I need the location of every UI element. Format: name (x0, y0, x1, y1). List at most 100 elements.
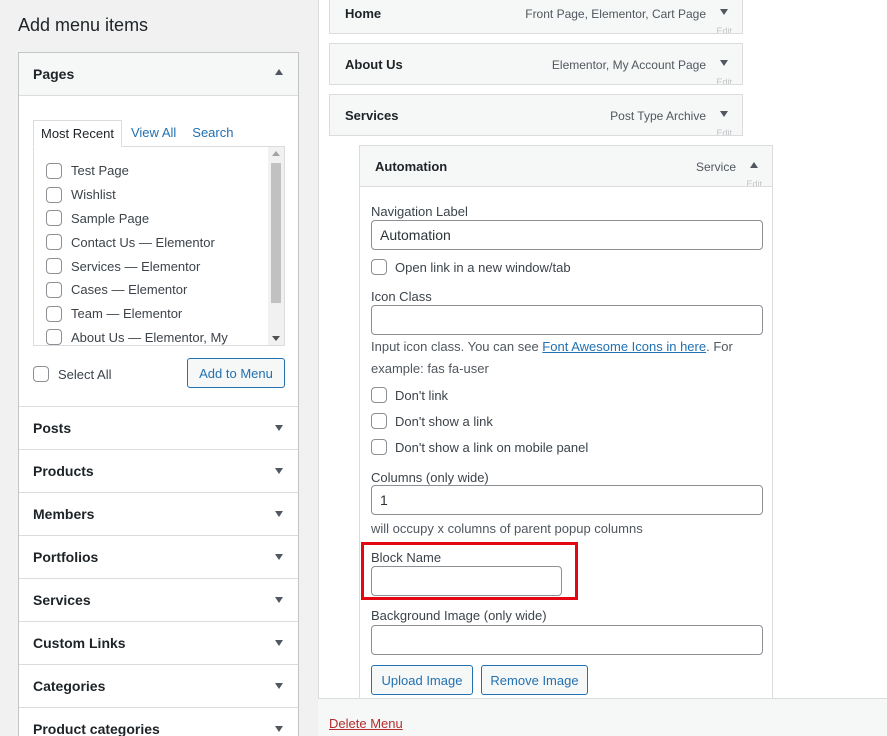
section-title: Members (33, 506, 95, 522)
icon-class-input[interactable] (371, 305, 763, 335)
background-image-label: Background Image (only wide) (371, 608, 547, 623)
dont-show-link-label: Don't show a link (395, 413, 493, 429)
menu-item-settings: Navigation Label Open link in a new wind… (359, 187, 773, 707)
navigation-label-input[interactable] (371, 220, 763, 250)
edit-label: Edit (746, 180, 762, 186)
expand-arrow-icon (275, 640, 283, 646)
icon-class-label: Icon Class (371, 289, 432, 304)
section-portfolios[interactable]: Portfolios (19, 536, 298, 579)
font-awesome-link[interactable]: Font Awesome Icons in here (542, 339, 706, 354)
select-all-label: Select All (58, 366, 112, 382)
open-new-window-label: Open link in a new window/tab (395, 259, 571, 275)
select-all-row: Select All (33, 366, 111, 382)
pages-list: Test Page Wishlist Sample Page Contact U… (46, 159, 228, 345)
tab-most-recent[interactable]: Most Recent (33, 120, 122, 147)
tab-search[interactable]: Search (185, 120, 240, 147)
page-checkbox[interactable] (46, 186, 62, 203)
list-item: Test Page (46, 159, 228, 183)
list-item: Team — Elementor (46, 302, 228, 326)
dont-show-mobile-checkbox[interactable] (371, 439, 387, 455)
expand-caret-icon[interactable] (720, 60, 728, 66)
expand-caret-icon[interactable] (720, 9, 728, 15)
columns-description: will occupy x columns of parent popup co… (371, 521, 643, 536)
page-checkbox[interactable] (46, 258, 62, 275)
list-item: Wishlist (46, 183, 228, 207)
navigation-label-label: Navigation Label (371, 204, 468, 219)
page-label: Sample Page (71, 210, 150, 226)
icon-class-description: Input icon class. You can see Font Aweso… (371, 336, 761, 380)
list-item: Cases — Elementor (46, 278, 228, 302)
section-posts[interactable]: Posts (19, 407, 298, 450)
expand-arrow-icon (275, 511, 283, 517)
columns-label: Columns (only wide) (371, 470, 489, 485)
menu-item-services[interactable]: Services Post Type Archive Edit (329, 94, 743, 136)
add-items-accordion: Pages Most Recent View All Search Test P… (18, 52, 299, 736)
menu-item-title: Home (345, 6, 382, 21)
pages-section-header[interactable]: Pages (19, 53, 298, 96)
menu-item-title: Services (345, 108, 399, 123)
section-categories[interactable]: Categories (19, 665, 298, 708)
menu-item-title: About Us (345, 57, 403, 72)
pages-scrollbar[interactable] (268, 147, 284, 345)
scrollbar-thumb[interactable] (271, 163, 281, 303)
scroll-down-arrow-icon[interactable] (272, 336, 280, 341)
tab-view-all[interactable]: View All (124, 120, 183, 147)
expand-arrow-icon (275, 683, 283, 689)
select-all-checkbox[interactable] (33, 366, 49, 382)
page-checkbox[interactable] (46, 162, 62, 179)
columns-input[interactable] (371, 485, 763, 515)
section-title: Products (33, 463, 94, 479)
menu-item-type: Front Page, Elementor, Cart Page (525, 7, 706, 21)
background-image-input[interactable] (371, 625, 763, 655)
menu-item-title: Automation (375, 159, 448, 174)
expand-caret-icon[interactable] (720, 111, 728, 117)
remove-image-button[interactable]: Remove Image (481, 665, 588, 695)
delete-menu-link[interactable]: Delete Menu (329, 716, 403, 731)
add-to-menu-button[interactable]: Add to Menu (187, 358, 285, 388)
upload-image-button[interactable]: Upload Image (371, 665, 473, 695)
pages-section-body: Most Recent View All Search Test Page Wi… (19, 96, 298, 407)
list-item: Services — Elementor (46, 254, 228, 278)
page-label: Cases — Elementor (71, 282, 188, 298)
dont-link-checkbox[interactable] (371, 387, 387, 403)
dont-show-link-checkbox[interactable] (371, 413, 387, 429)
section-title: Product categories (33, 721, 160, 736)
edit-label: Edit (716, 78, 732, 84)
section-product-categories[interactable]: Product categories (19, 708, 298, 736)
list-item: Contact Us — Elementor (46, 230, 228, 254)
page-label: Test Page (71, 163, 129, 179)
menu-item-home[interactable]: Home Front Page, Elementor, Cart Page Ed… (329, 0, 743, 34)
menu-item-automation[interactable]: Automation Service Edit (359, 145, 773, 187)
pages-section-title: Pages (33, 66, 75, 82)
dont-show-mobile-row: Don't show a link on mobile panel (371, 439, 588, 455)
section-products[interactable]: Products (19, 450, 298, 493)
page-checkbox[interactable] (46, 305, 62, 322)
dont-show-link-row: Don't show a link (371, 413, 493, 429)
section-custom-links[interactable]: Custom Links (19, 622, 298, 665)
menu-item-about-us[interactable]: About Us Elementor, My Account Page Edit (329, 43, 743, 85)
icon-desc-prefix: Input icon class. You can see (371, 339, 543, 354)
expand-arrow-icon (275, 597, 283, 603)
section-services[interactable]: Services (19, 579, 298, 622)
section-title: Services (33, 592, 91, 608)
page-checkbox[interactable] (46, 210, 62, 227)
expand-arrow-icon (275, 726, 283, 732)
menu-item-type: Elementor, My Account Page (551, 58, 706, 72)
page-checkbox[interactable] (46, 234, 62, 251)
page-label: Team — Elementor (71, 306, 183, 322)
collapse-caret-icon[interactable] (750, 162, 758, 168)
page-label: Wishlist (71, 187, 116, 203)
dont-link-label: Don't link (395, 387, 449, 403)
expand-arrow-icon (275, 554, 283, 560)
section-members[interactable]: Members (19, 493, 298, 536)
section-title: Categories (33, 678, 106, 694)
edit-label: Edit (716, 129, 732, 135)
section-title: Posts (33, 420, 72, 436)
scroll-up-arrow-icon[interactable] (272, 151, 280, 156)
page-checkbox[interactable] (46, 329, 62, 345)
page-checkbox[interactable] (46, 281, 62, 298)
menu-item-type: Service (695, 160, 736, 174)
menu-footer: Delete Menu (318, 698, 887, 736)
dont-link-row: Don't link (371, 387, 448, 403)
open-new-window-checkbox[interactable] (371, 259, 387, 275)
